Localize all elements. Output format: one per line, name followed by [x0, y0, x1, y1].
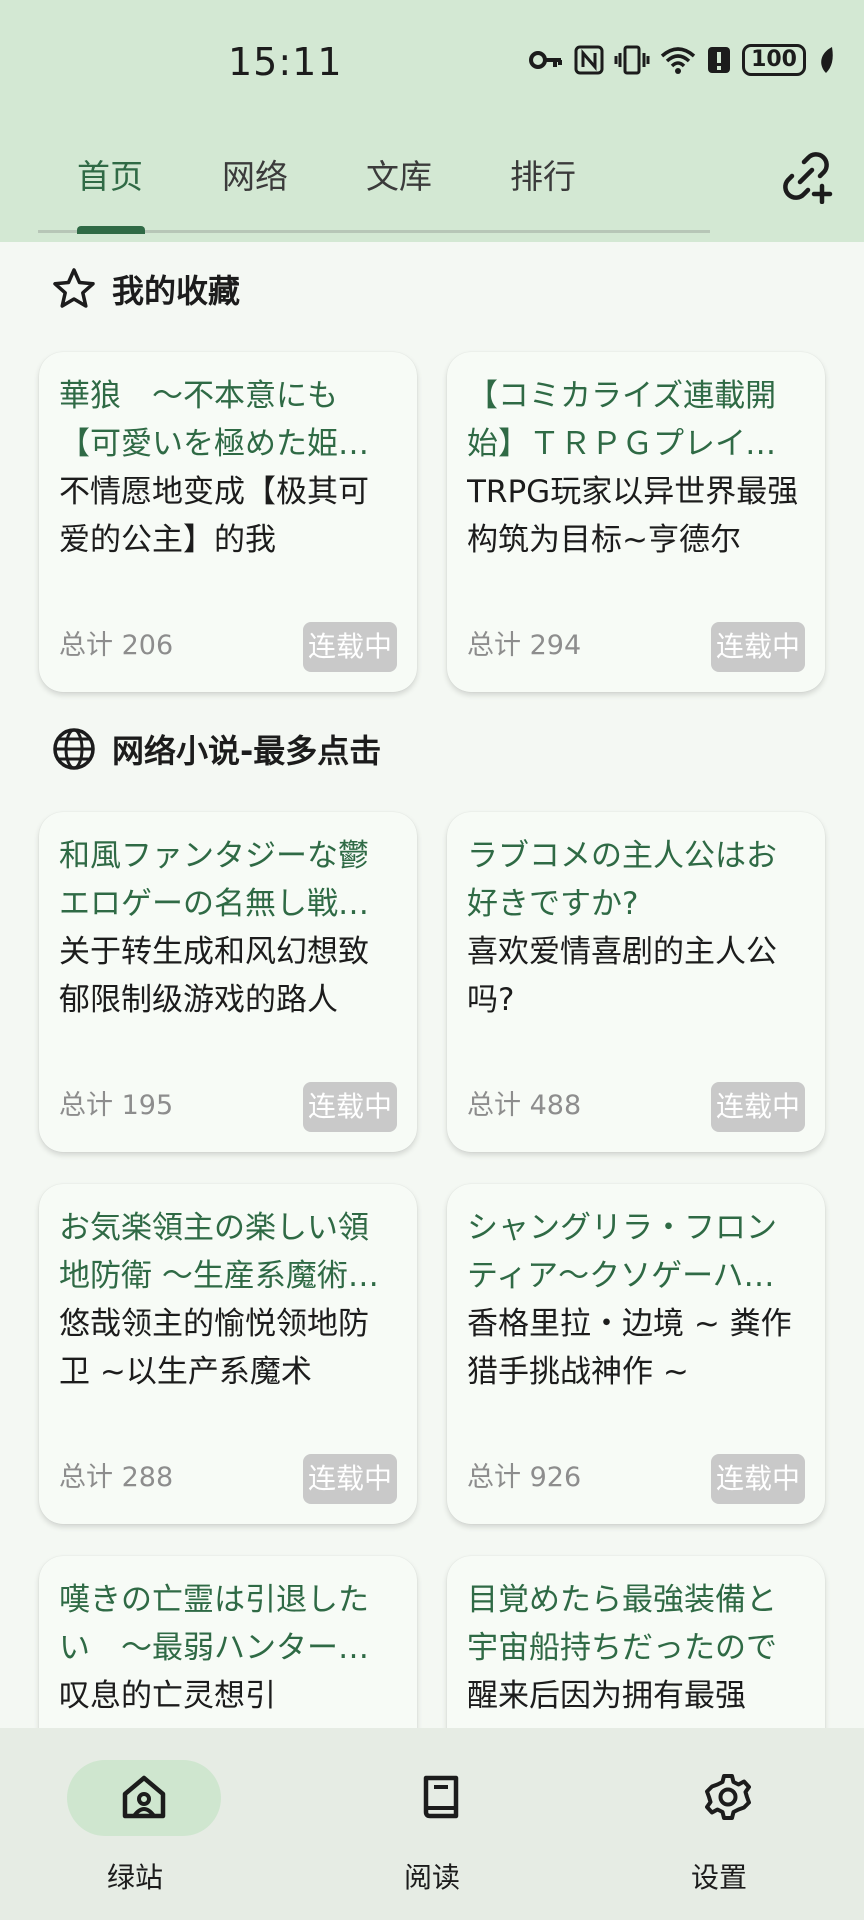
- tab-library[interactable]: 文库: [366, 150, 432, 198]
- battery-icon: 100: [742, 44, 806, 76]
- favorite-card[interactable]: 【コミカライズ連載開始】ＴＲＰＧプレイヤーが異世界で最強ビルドを目指す TRPG…: [447, 352, 825, 692]
- section-favorites: 我的收藏: [52, 266, 240, 312]
- top-app-bar: 15:11 100 首页 网络 文库 排行: [0, 0, 864, 242]
- alert-icon: [708, 47, 731, 73]
- globe-icon: [53, 728, 95, 770]
- leaf-icon: [821, 47, 833, 73]
- chapter-count: 总计 195: [59, 1090, 174, 1121]
- wifi-icon: [660, 47, 696, 74]
- status-badge: 连载中: [302, 1454, 397, 1504]
- chapter-count: 总计 488: [467, 1090, 582, 1121]
- vibrate-icon: [614, 45, 650, 75]
- book-title: シャングリラ・フロンティア〜クソゲーハンター、神ゲーに挑まんとす〜: [467, 1210, 777, 1294]
- book-title: 目覚めたら最強装備と宇宙船持ちだったので: [467, 1582, 777, 1666]
- section-web-novels-title: 网络小说-最多点击: [112, 732, 382, 770]
- chapter-count: 总计 926: [467, 1462, 582, 1493]
- book-subtitle: 醒来后因为拥有最强: [467, 1678, 746, 1714]
- book-title: 華狼 〜不本意にも【可愛いを極めた姫君】になってしまった俺: [59, 378, 385, 462]
- status-badge: 连载中: [710, 1454, 805, 1504]
- status-badge: 连载中: [710, 622, 805, 672]
- chapter-count: 总计 206: [59, 630, 174, 661]
- nav-label-read: 阅读: [403, 1861, 460, 1894]
- nav-item-read[interactable]: 阅读: [332, 1728, 532, 1920]
- tab-home[interactable]: 首页: [77, 150, 143, 198]
- chapter-count: 总计 288: [59, 1462, 174, 1493]
- status-icons: 100: [528, 44, 836, 76]
- star-icon: [53, 268, 95, 308]
- book-subtitle: 香格里拉・边境 ~ 粪作猎手挑战神作 ~: [467, 1306, 792, 1390]
- novel-card[interactable]: シャングリラ・フロンティア〜クソゲーハンター、神ゲーに挑まんとす〜 香格里拉・边…: [447, 1184, 825, 1524]
- favorite-card[interactable]: 華狼 〜不本意にも【可愛いを極めた姫君】になってしまった俺 不情愿地变成【极其可…: [39, 352, 417, 692]
- book-subtitle: 关于转生成和风幻想致郁限制级游戏的路人: [59, 934, 369, 1018]
- book-title: お気楽領主の楽しい領地防衛 〜生産系魔術で名もなき村を最強の城塞都市に〜: [59, 1210, 379, 1294]
- bottom-navigation: 绿站 阅读 设置: [0, 1728, 864, 1920]
- section-favorites-title: 我的收藏: [112, 272, 241, 310]
- status-badge: 连载中: [302, 622, 397, 672]
- tab-indicator: [77, 226, 145, 234]
- nav-item-settings[interactable]: 设置: [619, 1728, 819, 1920]
- battery-level: 100: [742, 44, 806, 76]
- tab-ranking[interactable]: 排行: [510, 150, 576, 198]
- nfc-icon: [574, 45, 604, 75]
- book-subtitle: TRPG玩家以异世界最强构筑为目标~亨德尔: [467, 474, 799, 558]
- nav-item-home[interactable]: 绿站: [35, 1728, 235, 1920]
- status-badge: 连载中: [710, 1082, 805, 1132]
- status-badge: 连载中: [302, 1082, 397, 1132]
- nav-label-settings: 设置: [690, 1861, 747, 1894]
- nav-label-home: 绿站: [106, 1861, 163, 1894]
- novel-card[interactable]: 和風ファンタジーな鬱エロゲーの名無し戦闘員に転生したんだが 关于转生成和风幻想致…: [39, 812, 417, 1152]
- book-subtitle: 喜欢爱情喜剧的主人公吗?: [467, 934, 777, 1018]
- book-subtitle: 叹息的亡灵想引: [59, 1678, 276, 1714]
- book-title: 【コミカライズ連載開始】ＴＲＰＧプレイヤーが異世界で最強ビルドを目指す: [467, 378, 777, 462]
- gear-icon: [705, 1774, 751, 1820]
- novel-card[interactable]: お気楽領主の楽しい領地防衛 〜生産系魔術で名もなき村を最強の城塞都市に〜 悠哉领…: [39, 1184, 417, 1524]
- add-link-icon[interactable]: [778, 148, 834, 204]
- book-title: 嘆きの亡霊は引退したい 〜最弱ハンターによる最強パーティ育成術〜: [59, 1582, 369, 1666]
- book-title: 和風ファンタジーな鬱エロゲーの名無し戦闘員に転生したんだが: [59, 838, 369, 922]
- book-subtitle: 悠哉领主的愉悦领地防卫 ~以生产系魔术: [59, 1306, 369, 1390]
- book-icon: [423, 1775, 459, 1819]
- novel-card[interactable]: ラブコメの主人公はお好きですか? 喜欢爱情喜剧的主人公吗? 总计 488 连载中: [447, 812, 825, 1152]
- app-root: 15:11 100 首页 网络 文库 排行 我的收藏 華狼 〜不本意にも【可愛い…: [0, 0, 864, 1920]
- section-web-novels: 网络小说-最多点击: [52, 726, 381, 772]
- key-icon: [529, 51, 563, 69]
- status-time: 15:11: [228, 40, 343, 84]
- book-subtitle: 不情愿地变成【极其可爱的公主】的我: [59, 474, 369, 558]
- book-title: ラブコメの主人公はお好きですか?: [467, 838, 777, 922]
- tab-web[interactable]: 网络: [222, 150, 288, 198]
- chapter-count: 总计 294: [467, 630, 582, 661]
- home-icon: [122, 1775, 166, 1819]
